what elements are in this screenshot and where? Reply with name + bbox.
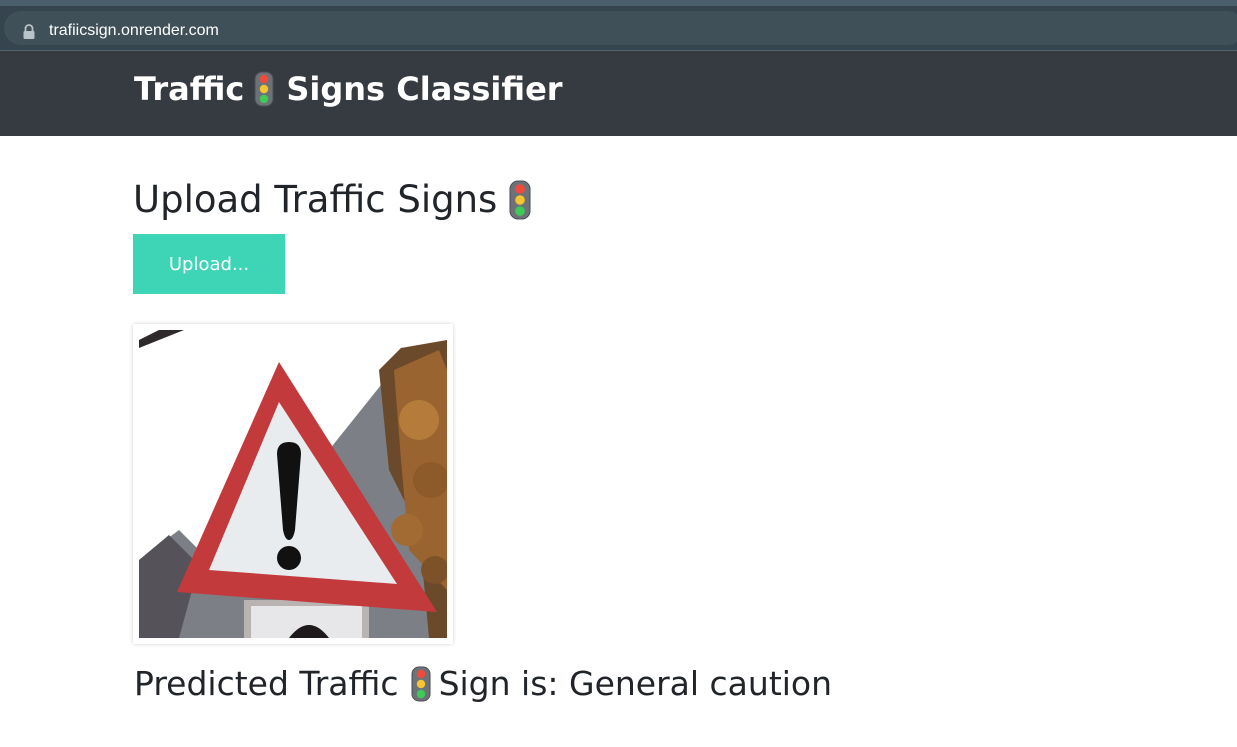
traffic-light-icon	[254, 71, 274, 107]
image-preview-card	[133, 324, 453, 644]
general-caution-sign-photo	[139, 330, 447, 638]
upload-button[interactable]: Upload...	[133, 234, 285, 294]
browser-address-bar: trafiicsign.onrender.com	[0, 6, 1237, 51]
traffic-light-icon	[509, 180, 531, 219]
result-text-suffix: Sign is: General caution	[438, 664, 833, 703]
brand-text-end: Signs Classifier	[286, 70, 563, 108]
url-field[interactable]: trafiicsign.onrender.com	[4, 11, 1237, 45]
prediction-result: Predicted Traffic Sign is: General cauti…	[134, 664, 832, 703]
traffic-light-icon	[411, 666, 431, 701]
brand-text-start: Traffic	[134, 70, 245, 108]
uploaded-image	[139, 330, 447, 638]
url-text: trafiicsign.onrender.com	[49, 22, 219, 39]
lock-icon[interactable]	[22, 24, 36, 40]
upload-heading-text: Upload Traffic Signs	[133, 178, 498, 221]
navbar: Traffic Signs Classifier	[0, 51, 1237, 136]
upload-heading: Upload Traffic Signs	[133, 178, 531, 221]
navbar-brand[interactable]: Traffic Signs Classifier	[134, 70, 563, 108]
result-text-prefix: Predicted Traffic	[134, 664, 399, 703]
